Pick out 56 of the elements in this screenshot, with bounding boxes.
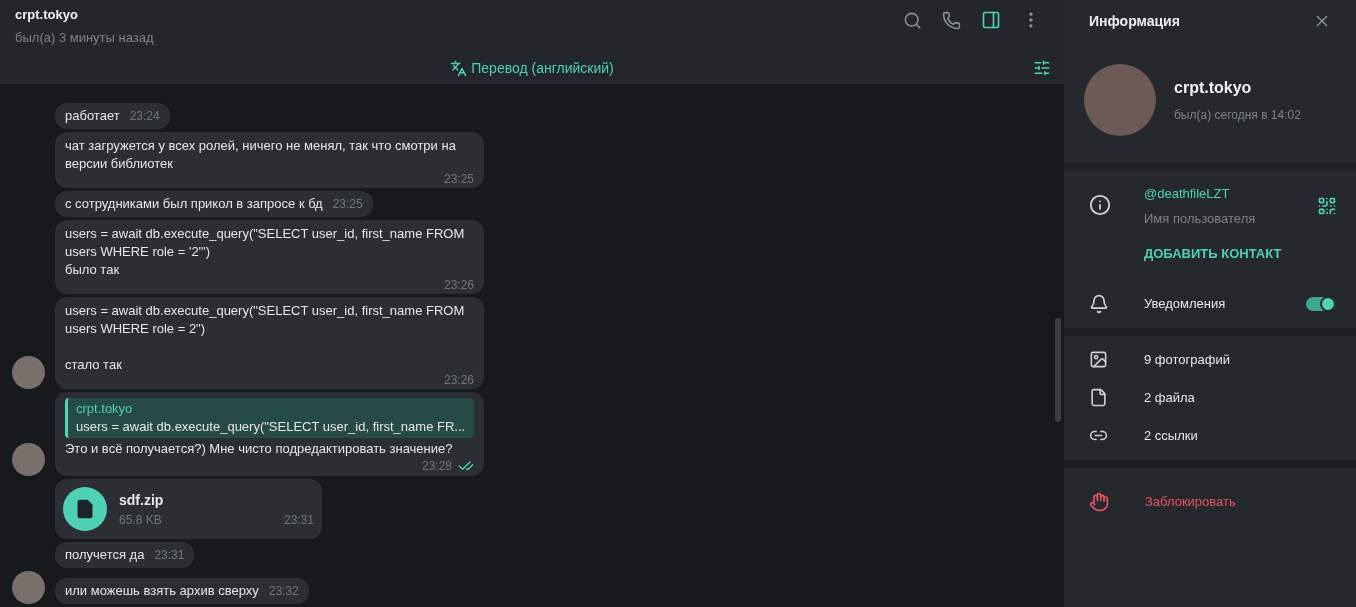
- message-text: с сотрудниками был прикол в запросе к бд: [65, 195, 323, 213]
- scrollbar[interactable]: [1055, 318, 1061, 422]
- message-text: получется да: [65, 546, 145, 564]
- qr-code-icon[interactable]: [1317, 196, 1337, 216]
- media-row[interactable]: 2 ссылки: [1089, 423, 1331, 448]
- media-label: 2 ссылки: [1144, 426, 1198, 445]
- message-time: 23:25: [443, 173, 474, 186]
- username-caption: Имя пользователя: [1144, 209, 1257, 228]
- message-text: чат загружется у всех ролей, ничего не менял, так что смотри на версии библиотек: [65, 137, 457, 173]
- message-time: 23:26: [443, 279, 474, 292]
- hand-icon: [1089, 491, 1109, 512]
- message-time: 23:24: [129, 108, 160, 125]
- message-text: users = await db.execute_query("SELECT user_id, first_name FROM users WHERE role = '2'") было так: [65, 225, 466, 279]
- avatar[interactable]: [12, 443, 45, 476]
- message-time: 23:25: [332, 196, 363, 213]
- message-text: Это и всё получается?) Мне чисто подредактировать значение?: [65, 440, 454, 458]
- side-panel-icon[interactable]: [981, 10, 1001, 30]
- file-icon[interactable]: [63, 487, 107, 531]
- media-label: 9 фотографий: [1144, 350, 1230, 369]
- media-row[interactable]: 2 файла: [1089, 385, 1331, 410]
- message-time: 23:31: [154, 547, 185, 564]
- translate-button[interactable]: Перевод (английский): [450, 57, 614, 79]
- bell-icon: [1089, 293, 1109, 314]
- message-text: или можешь взять архив сверху: [65, 582, 259, 600]
- media-label: 2 файла: [1144, 388, 1195, 407]
- reply-quote[interactable]: crpt.tokyo users = await db.execute_query("SELECT user_id, first_name FR...: [65, 398, 474, 438]
- panel-title: Информация: [1089, 11, 1180, 31]
- file-size: 65.8 KB: [119, 511, 162, 529]
- avatar[interactable]: [12, 356, 45, 389]
- settings-icon[interactable]: [1033, 59, 1051, 77]
- message-text: работает: [65, 107, 120, 125]
- file-name: sdf.zip: [119, 490, 165, 510]
- chat-title: crpt.tokyo: [15, 6, 79, 24]
- message-time: 23:28: [421, 458, 452, 475]
- image-icon: [1089, 350, 1108, 369]
- notifications-toggle[interactable]: [1306, 296, 1336, 311]
- profile-name: crpt.tokyo: [1174, 78, 1253, 98]
- username-link[interactable]: @deathfileLZT: [1144, 184, 1274, 206]
- reply-text: users = await db.execute_query("SELECT user_id, first_name FR...: [76, 418, 466, 436]
- profile-status: был(а) сегодня в 14:02: [1174, 107, 1301, 124]
- message-time: 23:32: [268, 583, 299, 600]
- notifications-label: Уведомления: [1144, 294, 1227, 313]
- chat-status: был(а) 3 минуты назад: [15, 28, 155, 47]
- phone-icon[interactable]: [942, 10, 961, 30]
- reply-author: crpt.tokyo: [76, 400, 134, 418]
- search-icon[interactable]: [903, 10, 922, 30]
- add-contact-button[interactable]: ДОБАВИТЬ КОНТАКТ: [1144, 244, 1331, 264]
- translate-icon: [450, 59, 468, 77]
- file-icon: [1089, 388, 1108, 407]
- message-time: 23:31: [283, 511, 314, 529]
- message-time: 23:26: [443, 374, 474, 387]
- media-row[interactable]: 9 фотографий: [1089, 347, 1331, 372]
- avatar[interactable]: [12, 571, 45, 604]
- info-icon: [1089, 194, 1111, 216]
- block-button[interactable]: Заблокировать: [1089, 491, 1331, 512]
- message-text: users = await db.execute_query("SELECT user_id, first_name FROM users WHERE role = 2") стало так: [65, 302, 466, 374]
